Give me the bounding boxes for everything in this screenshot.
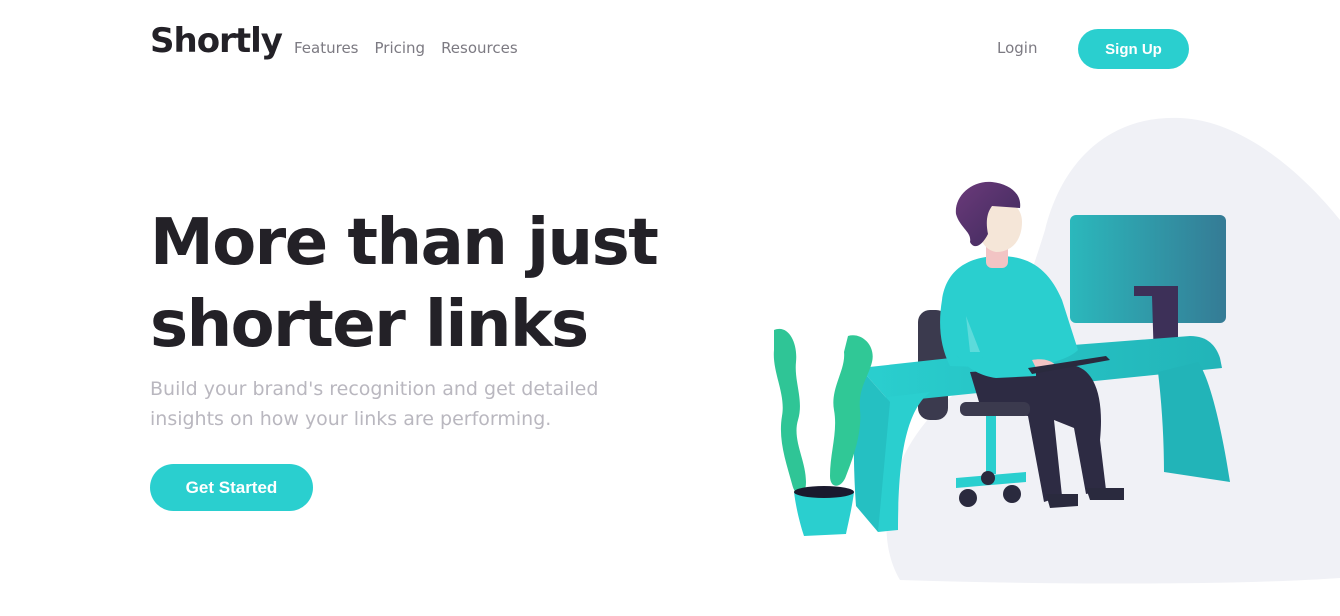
landing-page: Shortly Features Pricing Resources Login… xyxy=(0,0,1340,616)
logo[interactable]: Shortly xyxy=(150,24,283,58)
chair-post xyxy=(986,416,996,474)
hero-subtitle-line1: Build your brand's recognition and get d… xyxy=(150,378,599,400)
monitor-screen xyxy=(1070,215,1226,323)
hero-title-line1: More than just xyxy=(150,206,659,280)
plant-pot xyxy=(794,492,854,536)
person-shoe-left xyxy=(1046,494,1078,508)
signup-button[interactable]: Sign Up xyxy=(1078,29,1189,69)
nav-resources[interactable]: Resources xyxy=(441,39,518,57)
hero-subtitle: Build your brand's recognition and get d… xyxy=(150,374,650,434)
chair-wheel-3 xyxy=(981,471,995,485)
plant-pot-rim xyxy=(794,486,854,498)
person-working-illustration xyxy=(773,117,1340,584)
login-link[interactable]: Login xyxy=(997,39,1037,57)
nav-pricing[interactable]: Pricing xyxy=(375,39,426,57)
person-shoe-right xyxy=(1086,488,1124,500)
chair-wheel-1 xyxy=(959,489,977,507)
nav-features[interactable]: Features xyxy=(294,39,359,57)
get-started-button[interactable]: Get Started xyxy=(150,464,313,511)
chair-seat xyxy=(960,402,1030,416)
hero-subtitle-line2: insights on how your links are performin… xyxy=(150,408,552,430)
hero-title: More than just shorter links xyxy=(150,202,750,366)
hero-title-line2: shorter links xyxy=(150,288,589,362)
main-nav: Features Pricing Resources xyxy=(294,39,518,57)
plant-leaf-left xyxy=(773,328,806,496)
chair-wheel-2 xyxy=(1003,485,1021,503)
